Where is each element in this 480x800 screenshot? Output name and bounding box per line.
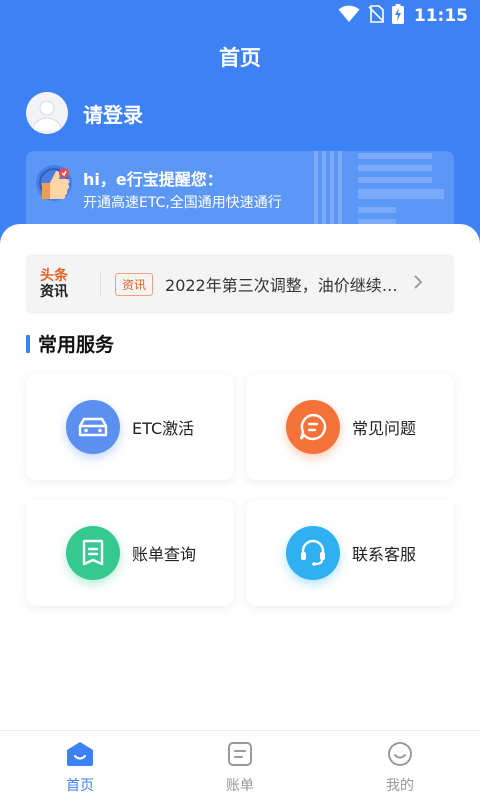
car-icon (66, 400, 120, 454)
news-tag: 资讯 (115, 272, 154, 296)
chat-bubble-icon (286, 400, 340, 454)
banner-subtitle: 开通高速ETC,全国通用快速通行 (83, 195, 282, 211)
page-title: 首页 (219, 46, 261, 70)
news-ticker[interactable]: 头条 资讯 资讯 2022年第三次调整，油价继续上涨 (26, 254, 454, 314)
tab-mine-label: 我的 (386, 778, 414, 794)
login-link[interactable]: 请登录 (83, 99, 143, 128)
clock: 11:15 (413, 6, 468, 26)
tab-bill-label: 账单 (226, 778, 254, 794)
wifi-icon (338, 5, 360, 27)
home-icon (66, 741, 94, 771)
chevron-right-icon[interactable] (413, 274, 423, 294)
news-logo-line1: 头条 (40, 268, 68, 284)
tab-home-label: 首页 (66, 778, 94, 794)
bottom-tab-bar: 首页 账单 我的 (0, 730, 480, 800)
service-card-bill-query[interactable]: 账单查询 (26, 500, 234, 606)
thumbs-up-icon (34, 163, 74, 203)
battery-charging-icon (391, 4, 404, 28)
bill-tab-icon (227, 741, 253, 771)
service-label: ETC激活 (132, 419, 195, 438)
banner-title: hi，e行宝提醒您： (83, 170, 223, 189)
service-label: 常见问题 (352, 419, 417, 438)
service-card-faq[interactable]: 常见问题 (246, 374, 454, 480)
bill-icon (66, 526, 120, 580)
news-headline[interactable]: 2022年第三次调整，油价继续上涨 (165, 272, 403, 296)
service-card-contact-support[interactable]: 联系客服 (246, 500, 454, 606)
section-title: 常用服务 (26, 330, 114, 357)
status-bar: 11:15 (0, 0, 480, 32)
avatar[interactable] (26, 92, 68, 134)
section-title-text: 常用服务 (38, 334, 115, 356)
no-sim-icon (368, 5, 385, 27)
service-label: 联系客服 (352, 545, 417, 564)
news-logo-line2: 资讯 (40, 284, 68, 300)
headset-icon (286, 526, 340, 580)
service-card-etc-activate[interactable]: ETC激活 (26, 374, 234, 480)
divider (100, 271, 101, 297)
smile-icon (387, 741, 413, 771)
login-row[interactable]: 请登录 (26, 92, 143, 134)
tab-mine[interactable]: 我的 (320, 731, 480, 800)
toutiao-news-logo: 头条 资讯 (26, 268, 92, 300)
tab-home[interactable]: 首页 (0, 731, 160, 800)
section-accent-bar (26, 334, 30, 353)
tab-bill[interactable]: 账单 (160, 731, 320, 800)
service-label: 账单查询 (132, 545, 197, 564)
